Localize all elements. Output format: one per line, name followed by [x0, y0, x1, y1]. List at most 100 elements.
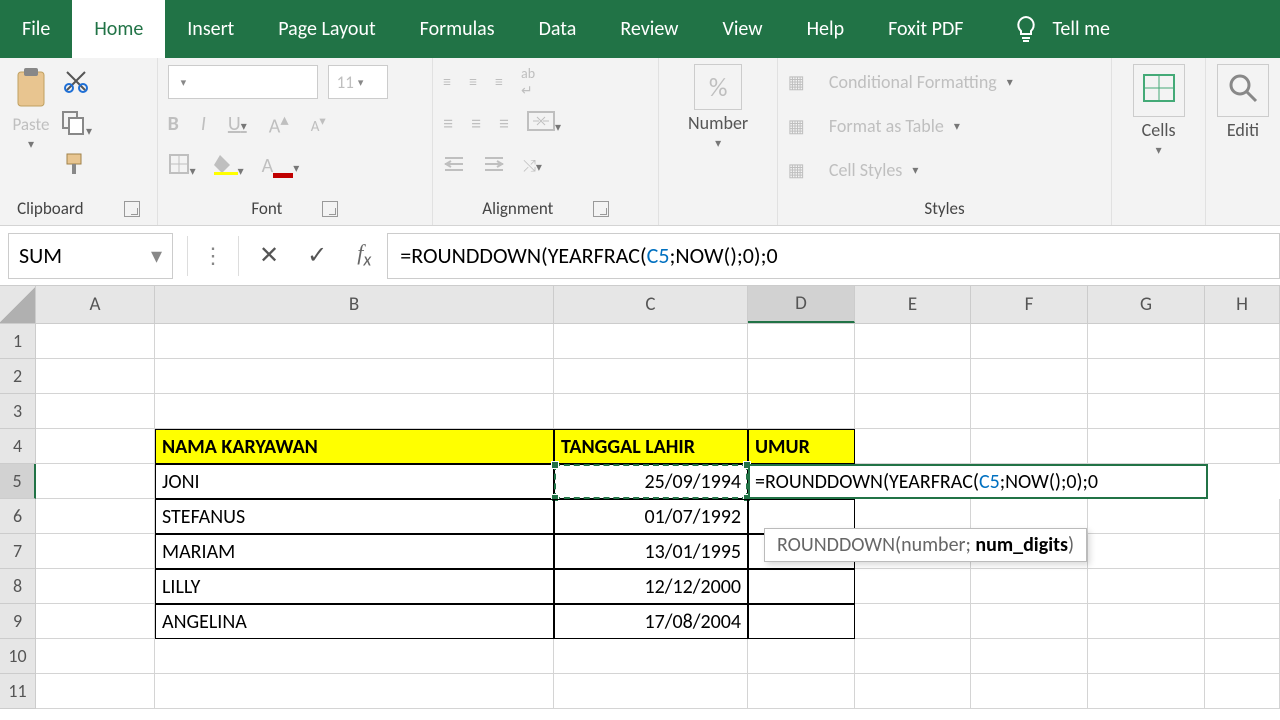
tab-data[interactable]: Data [517, 0, 599, 58]
fill-color-icon[interactable]: ▾ [214, 153, 244, 180]
cell[interactable] [748, 324, 855, 359]
align-middle-icon[interactable]: ≡ [469, 73, 477, 92]
decrease-font-icon[interactable]: A▾ [311, 113, 326, 136]
cell[interactable] [155, 359, 554, 394]
header-date[interactable]: TANGGAL LAHIR [554, 429, 748, 464]
cell[interactable] [855, 429, 971, 464]
format-painter-icon[interactable] [63, 150, 89, 181]
wrap-text-icon[interactable]: ab↵ [521, 65, 535, 99]
paste-button[interactable]: Paste ▾ [10, 64, 52, 194]
cells-dropdown[interactable]: Cells [1142, 119, 1176, 141]
cell[interactable] [855, 604, 971, 639]
cell[interactable] [855, 674, 971, 709]
align-center-icon[interactable]: ≡ [471, 112, 481, 136]
cell[interactable] [1088, 674, 1205, 709]
cells-icon[interactable] [1133, 64, 1185, 117]
cell[interactable] [36, 639, 155, 674]
col-G[interactable]: G [1088, 286, 1205, 323]
percent-icon[interactable]: % [694, 64, 743, 110]
find-icon[interactable] [1217, 64, 1269, 117]
cell[interactable] [1205, 604, 1280, 639]
tell-me[interactable]: Tell me [1052, 0, 1110, 58]
row-11[interactable]: 11 [0, 674, 36, 709]
header-name[interactable]: NAMA KARYAWAN [155, 429, 554, 464]
borders-icon[interactable]: ▾ [168, 153, 196, 180]
tab-home[interactable]: Home [72, 0, 165, 58]
tab-review[interactable]: Review [598, 0, 700, 58]
font-name-combo[interactable] [168, 65, 318, 99]
clipboard-launcher[interactable] [124, 201, 140, 217]
cell-C7[interactable]: 13/01/1995 [554, 534, 748, 569]
cell-C9[interactable]: 17/08/2004 [554, 604, 748, 639]
cell[interactable] [971, 674, 1088, 709]
cell-B5[interactable]: JONI [155, 464, 554, 499]
cell[interactable] [1205, 499, 1280, 534]
font-launcher[interactable] [322, 201, 338, 217]
cell[interactable] [1088, 639, 1205, 674]
cell[interactable] [36, 534, 155, 569]
cell[interactable] [748, 674, 855, 709]
cell-B8[interactable]: LILLY [155, 569, 554, 604]
cell-styles-icon[interactable]: ▦ [788, 159, 805, 181]
alignment-launcher[interactable] [593, 201, 609, 217]
cell[interactable] [554, 639, 748, 674]
tab-view[interactable]: View [700, 0, 784, 58]
cell[interactable] [1088, 429, 1205, 464]
cell[interactable] [1205, 394, 1280, 429]
cell[interactable] [1088, 324, 1205, 359]
cell[interactable] [36, 464, 155, 499]
row-10[interactable]: 10 [0, 639, 36, 674]
orientation-icon[interactable]: ⤭▾ [523, 157, 542, 176]
row-6[interactable]: 6 [0, 499, 36, 534]
cell[interactable] [554, 394, 748, 429]
header-age[interactable]: UMUR [748, 429, 855, 464]
cell[interactable] [36, 604, 155, 639]
cell[interactable] [1088, 359, 1205, 394]
cell[interactable] [971, 394, 1088, 429]
col-C[interactable]: C [554, 286, 748, 323]
cell-B7[interactable]: MARIAM [155, 534, 554, 569]
align-top-icon[interactable]: ≡ [443, 73, 451, 92]
cell[interactable] [1205, 534, 1280, 569]
cell[interactable] [554, 359, 748, 394]
align-right-icon[interactable]: ≡ [499, 112, 509, 136]
cell[interactable] [1088, 499, 1205, 534]
cell[interactable] [36, 324, 155, 359]
cell[interactable] [1088, 569, 1205, 604]
tab-file[interactable]: File [0, 0, 72, 58]
align-bottom-icon[interactable]: ≡ [495, 73, 503, 92]
row-1[interactable]: 1 [0, 324, 36, 359]
cell[interactable] [855, 324, 971, 359]
italic-button[interactable]: I [201, 112, 206, 136]
bold-button[interactable]: B [168, 112, 179, 136]
col-B[interactable]: B [155, 286, 554, 323]
row-2[interactable]: 2 [0, 359, 36, 394]
cell-D9[interactable] [748, 604, 855, 639]
cell-styles-button[interactable]: Cell Styles [829, 159, 902, 181]
cell-B9[interactable]: ANGELINA [155, 604, 554, 639]
cell[interactable] [855, 569, 971, 604]
underline-button[interactable]: U▾ [228, 112, 247, 136]
cell[interactable] [36, 429, 155, 464]
cell[interactable] [1205, 429, 1280, 464]
tab-page-layout[interactable]: Page Layout [256, 0, 397, 58]
decrease-indent-icon[interactable] [443, 154, 465, 179]
tab-insert[interactable]: Insert [165, 0, 256, 58]
tab-foxit[interactable]: Foxit PDF [866, 0, 985, 58]
increase-indent-icon[interactable] [483, 154, 505, 179]
number-format-dropdown[interactable]: Number [688, 112, 748, 134]
font-color-icon[interactable]: A▾ [262, 154, 300, 178]
cell[interactable] [1088, 534, 1205, 569]
cell[interactable] [1088, 394, 1205, 429]
font-size-combo[interactable]: 11 [328, 65, 388, 99]
col-E[interactable]: E [855, 286, 971, 323]
cell[interactable] [1205, 359, 1280, 394]
cell[interactable] [155, 639, 554, 674]
row-3[interactable]: 3 [0, 394, 36, 429]
row-5[interactable]: 5 [0, 464, 36, 499]
cell[interactable] [1205, 639, 1280, 674]
copy-icon[interactable]: ▾ [60, 109, 92, 140]
name-box[interactable]: SUM▾ [8, 233, 173, 279]
cell[interactable] [36, 359, 155, 394]
format-as-table-button[interactable]: Format as Table [829, 115, 944, 137]
